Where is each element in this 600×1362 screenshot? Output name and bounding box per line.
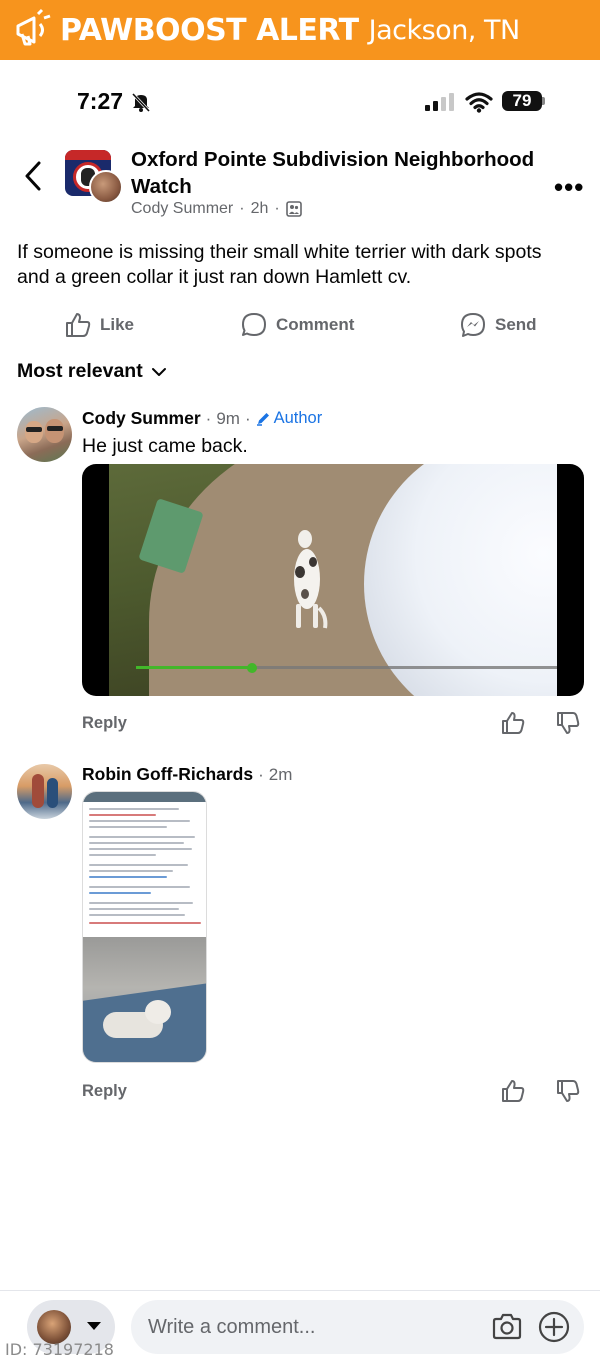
chevron-down-icon: [151, 367, 166, 376]
thumbs-down-icon[interactable]: [555, 710, 581, 736]
meta-separator: ·: [258, 764, 264, 784]
status-time: 7:27: [77, 88, 124, 114]
banner-location: Jackson, TN: [368, 14, 521, 46]
author-badge-label: Author: [273, 409, 323, 427]
post-meta: Cody Summer · 2h ·: [131, 200, 302, 218]
thumbs-up-icon[interactable]: [500, 710, 526, 736]
comment-label: Comment: [276, 315, 355, 334]
more-options-button[interactable]: •••: [554, 172, 584, 203]
like-icon: [66, 313, 91, 337]
megaphone-icon: [16, 8, 51, 46]
comment-time: 2m: [268, 764, 293, 784]
avatar[interactable]: [17, 407, 72, 462]
comment-text: He just came back.: [82, 435, 248, 457]
send-label: Send: [495, 315, 537, 334]
screenshot-text-lines: [89, 808, 201, 928]
image-id-watermark: ID: 73197218: [5, 1340, 114, 1359]
signal-icon: [425, 93, 454, 111]
camera-icon[interactable]: [491, 1312, 523, 1342]
thumbs-down-icon[interactable]: [555, 1078, 581, 1104]
comment-button[interactable]: Comment: [240, 311, 354, 339]
meta-separator: ·: [205, 408, 212, 428]
messenger-icon: [461, 313, 485, 337]
post-time: 2h: [250, 200, 269, 217]
author-mini-avatar: [89, 170, 123, 204]
thumbs-up-icon[interactable]: [500, 1078, 526, 1104]
post-author[interactable]: Cody Summer: [131, 200, 233, 218]
send-button[interactable]: Send: [459, 311, 537, 339]
comment-video[interactable]: [82, 464, 584, 696]
battery-icon: 79: [502, 91, 542, 111]
reply-button[interactable]: Reply: [82, 714, 127, 733]
comment-author[interactable]: Robin Goff-Richards: [82, 764, 253, 785]
sort-dropdown[interactable]: Most relevant: [17, 360, 167, 383]
sort-label: Most relevant: [17, 360, 143, 382]
post-text: If someone is missing their small white …: [17, 241, 542, 288]
like-button[interactable]: Like: [64, 311, 134, 339]
reply-button[interactable]: Reply: [82, 1082, 127, 1101]
bell-slash-icon: [131, 92, 151, 113]
meta-separator: ·: [239, 200, 245, 217]
divider: [0, 1290, 600, 1291]
comment-header: Robin Goff-Richards · 2m: [82, 764, 292, 785]
video-frame: [109, 464, 557, 696]
comment-time: 9m: [216, 408, 240, 428]
meta-separator: ·: [244, 408, 251, 428]
comment-image[interactable]: [82, 791, 207, 1063]
pawboost-banner: PAWBOOST ALERT Jackson, TN: [0, 0, 600, 60]
meta-separator: ·: [274, 200, 280, 217]
comment-icon: [242, 313, 266, 336]
post-actions: Like Comment Send: [0, 311, 600, 343]
video-progress: [136, 666, 253, 669]
comment-actions: Reply: [82, 1080, 582, 1110]
avatar[interactable]: [17, 764, 72, 819]
battery-tip: [542, 97, 545, 105]
comment-input[interactable]: Write a comment...: [148, 1316, 315, 1339]
back-chevron-icon[interactable]: [22, 160, 44, 192]
like-label: Like: [100, 315, 135, 334]
dog-figure: [294, 530, 328, 629]
banner-brand: PAWBOOST ALERT: [60, 12, 359, 48]
caret-down-icon: [87, 1322, 101, 1330]
author-badge: Author: [256, 409, 323, 428]
comment-actions: Reply: [82, 712, 582, 742]
pencil-icon: [256, 413, 269, 426]
wifi-icon: [465, 92, 493, 113]
comment-composer[interactable]: Write a comment...: [131, 1300, 584, 1354]
comment-header: Cody Summer · 9m · Author: [82, 408, 322, 429]
comment-author[interactable]: Cody Summer: [82, 408, 201, 429]
group-avatar[interactable]: [65, 150, 123, 204]
group-name[interactable]: Oxford Pointe Subdivision Neighborhood W…: [131, 146, 541, 200]
members-icon: [285, 201, 302, 217]
add-icon[interactable]: [537, 1310, 571, 1344]
status-bar: 7:27 79: [0, 85, 600, 121]
avatar: [37, 1310, 71, 1344]
